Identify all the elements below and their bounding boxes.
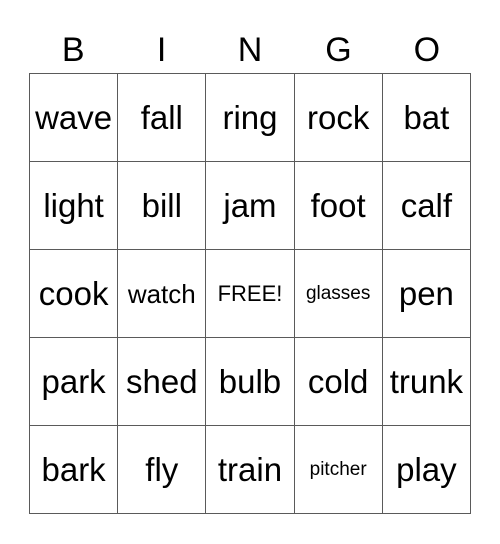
bingo-cell[interactable]: calf (381, 161, 472, 250)
bingo-cell[interactable]: pitcher (293, 425, 383, 514)
bingo-cell[interactable]: wave (28, 73, 119, 162)
header-letter-g: G (325, 31, 352, 69)
header-letter-o: O (413, 31, 441, 69)
bingo-cell[interactable]: bat (381, 73, 472, 162)
free-space-cell[interactable]: FREE! (205, 249, 295, 338)
bingo-cell[interactable]: bulb (205, 337, 295, 426)
bingo-cell[interactable]: light (28, 161, 119, 250)
bingo-cell[interactable]: train (205, 425, 295, 514)
bingo-cell[interactable]: play (381, 425, 472, 514)
header-letter-b: B (61, 31, 85, 69)
bingo-cell[interactable]: shed (117, 337, 207, 426)
bingo-cell[interactable]: bill (117, 161, 207, 250)
bingo-cell[interactable]: cook (28, 249, 119, 338)
bingo-cell[interactable]: jam (205, 161, 295, 250)
bingo-cell[interactable]: rock (293, 73, 383, 162)
bingo-header: B I N G O (29, 28, 471, 72)
grid-row: bark fly train pitcher play (28, 425, 472, 514)
grid-row: light bill jam foot calf (28, 161, 472, 250)
grid-row: park shed bulb cold trunk (28, 337, 472, 426)
bingo-cell[interactable]: foot (293, 161, 383, 250)
grid-row: cook watch FREE! glasses pen (28, 249, 472, 338)
bingo-cell[interactable]: cold (293, 337, 383, 426)
bingo-cell[interactable]: fly (117, 425, 207, 514)
bingo-cell[interactable]: trunk (381, 337, 472, 426)
bingo-cell[interactable]: bark (28, 425, 119, 514)
header-letter-i: I (156, 31, 167, 69)
bingo-cell[interactable]: park (28, 337, 119, 426)
grid-row: wave fall ring rock bat (28, 73, 472, 162)
bingo-card-grid: wave fall ring rock bat light bill jam f… (28, 73, 472, 514)
bingo-cell[interactable]: watch (117, 249, 207, 338)
bingo-cell[interactable]: ring (205, 73, 295, 162)
bingo-cell[interactable]: glasses (293, 249, 383, 338)
header-letter-n: N (237, 31, 263, 69)
bingo-cell[interactable]: fall (117, 73, 207, 162)
bingo-cell[interactable]: pen (381, 249, 472, 338)
